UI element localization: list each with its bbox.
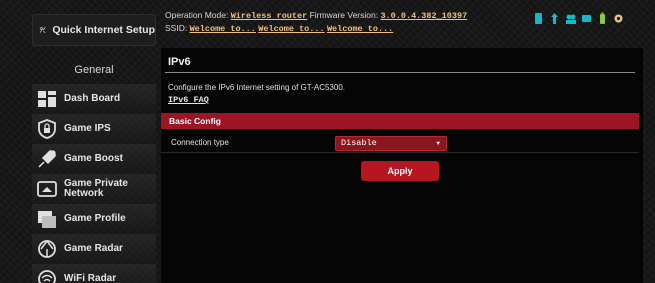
firmware-version-link[interactable]: 3.0.0.4.382_10397 xyxy=(380,11,467,21)
game-boost-icon xyxy=(38,150,56,168)
sidebar-item-game-ips[interactable]: Game IPS xyxy=(32,114,156,144)
sidebar-item-label: Game Profile xyxy=(64,213,126,224)
operation-mode-link[interactable]: Wireless router xyxy=(231,11,308,21)
page-description: Configure the IPv6 Internet setting of G… xyxy=(168,83,345,92)
settings-status-icon[interactable] xyxy=(613,12,624,25)
firmware-label: Firmware Version: xyxy=(309,10,379,20)
sidebar-item-dashboard[interactable]: Dash Board xyxy=(32,84,156,114)
operation-mode-label: Operation Mode: xyxy=(165,10,229,20)
main-panel: IPv6 Configure the IPv6 Internet setting… xyxy=(161,48,643,283)
chevron-down-icon: ▼ xyxy=(436,140,440,147)
ssid-label: SSID: xyxy=(165,23,188,33)
quick-setup-icon xyxy=(39,27,46,34)
connection-type-select[interactable]: Disable ▼ xyxy=(335,136,447,151)
sidebar-item-game-private-network[interactable]: Game Private Network xyxy=(32,174,156,204)
ssid-link[interactable]: Welcome to... xyxy=(258,24,324,34)
ssid-link[interactable]: Welcome to... xyxy=(190,24,256,34)
connection-type-value: Disable xyxy=(341,138,377,148)
sidebar-item-label: Dash Board xyxy=(64,93,121,104)
status-icons xyxy=(533,12,624,25)
title-divider xyxy=(165,72,635,73)
game-radar-icon xyxy=(38,239,56,258)
sidebar-section-general: General xyxy=(74,64,114,76)
apply-button[interactable]: Apply xyxy=(361,161,439,181)
wifi-radar-icon xyxy=(38,270,56,283)
connection-type-row: Connection type Disable ▼ xyxy=(161,133,639,153)
quick-internet-setup-button[interactable]: Quick Internet Setup xyxy=(32,14,156,46)
users-status-icon[interactable] xyxy=(565,12,576,25)
sidebar-item-game-radar[interactable]: Game Radar xyxy=(32,234,156,264)
basic-config-header: Basic Config xyxy=(161,113,639,129)
sidebar: Quick Internet Setup General Dash Board … xyxy=(0,0,160,283)
dashboard-icon xyxy=(38,91,56,107)
operation-mode-line: Operation Mode: Wireless router Firmware… xyxy=(165,9,575,22)
ipv6-faq-link[interactable]: IPv6 FAQ xyxy=(168,95,209,105)
network-status-icon[interactable] xyxy=(533,12,544,25)
device-status-icon[interactable] xyxy=(581,12,592,25)
battery-status-icon[interactable] xyxy=(597,12,608,25)
sidebar-item-game-boost[interactable]: Game Boost xyxy=(32,144,156,174)
sidebar-item-label: Game Boost xyxy=(64,153,123,164)
game-profile-icon xyxy=(38,211,56,228)
status-header: Operation Mode: Wireless router Firmware… xyxy=(165,9,575,35)
usb-status-icon[interactable] xyxy=(549,12,560,25)
ssid-line: SSID: Welcome to... Welcome to... Welcom… xyxy=(165,22,575,35)
ssid-link[interactable]: Welcome to... xyxy=(327,24,393,34)
sidebar-item-label: WiFi Radar xyxy=(64,273,117,283)
quick-setup-label: Quick Internet Setup xyxy=(52,24,155,36)
sidebar-item-wifi-radar[interactable]: WiFi Radar xyxy=(32,264,156,283)
game-ips-icon xyxy=(38,119,56,139)
page-title: IPv6 xyxy=(168,56,191,68)
game-private-network-icon xyxy=(37,181,57,197)
connection-type-label: Connection type xyxy=(171,138,229,147)
sidebar-item-label: Game IPS xyxy=(64,123,111,134)
sidebar-item-game-profile[interactable]: Game Profile xyxy=(32,204,156,234)
sidebar-item-label: Game Private Network xyxy=(64,178,128,199)
sidebar-item-label: Game Radar xyxy=(64,243,123,254)
